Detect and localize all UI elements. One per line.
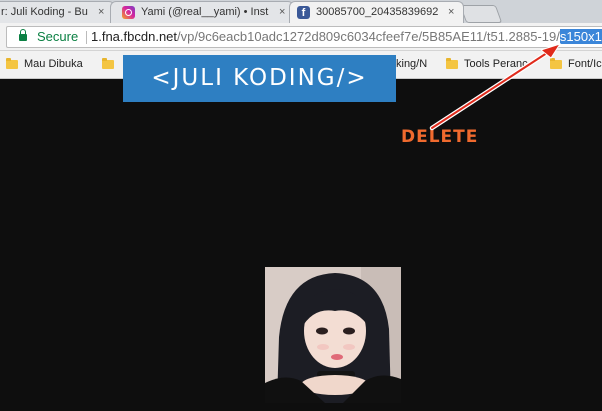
facebook-icon: f <box>297 6 310 19</box>
folder-icon <box>102 58 114 69</box>
profile-photo <box>265 267 401 403</box>
tab-close-icon[interactable]: × <box>448 2 454 22</box>
tab-strip: r: Juli Koding - Bu × Yami (@real__yami)… <box>0 0 602 23</box>
divider <box>86 31 87 44</box>
url-selected-text: s150x150 <box>559 29 602 44</box>
juli-koding-logo: <JULI KODING/> <box>123 55 396 102</box>
folder-icon <box>550 58 562 69</box>
folder-icon <box>446 58 458 69</box>
tab-close-icon[interactable]: × <box>98 2 104 22</box>
url-path: /vp/9c6eacb10adc1272d809c6034cfeef7e/5B8… <box>177 29 560 44</box>
address-bar[interactable]: Secure 1.fna.fbcdn.net/vp/9c6eacb10adc12… <box>6 26 602 48</box>
bookmark-king[interactable]: king/N <box>396 51 427 78</box>
bookmark-label: Font/Ic <box>568 58 602 70</box>
instagram-icon <box>122 6 135 19</box>
url-text[interactable]: 1.fna.fbcdn.net/vp/9c6eacb10adc1272d809c… <box>91 27 602 47</box>
new-tab-button[interactable] <box>459 5 503 23</box>
portrait-image <box>265 267 401 403</box>
delete-annotation: DELETE <box>401 127 479 147</box>
bookmark-label: king/N <box>396 58 428 70</box>
tab-title: Yami (@real__yami) • Inst <box>141 6 269 18</box>
tab-instagram-yami[interactable]: Yami (@real__yami) • Inst × <box>110 1 294 23</box>
lock-icon[interactable] <box>19 29 27 41</box>
url-host: 1.fna.fbcdn.net <box>91 29 178 44</box>
bookmark-label: Tools Peranc <box>464 58 528 70</box>
tab-title: r: Juli Koding - Bu <box>1 6 88 18</box>
folder-icon <box>6 58 18 69</box>
tab-juli-koding[interactable]: r: Juli Koding - Bu × <box>0 1 115 23</box>
bookmark-label: Mau Dibuka <box>24 58 83 70</box>
security-label[interactable]: Secure <box>37 27 78 47</box>
toolbar: Secure 1.fna.fbcdn.net/vp/9c6eacb10adc12… <box>0 23 602 51</box>
tab-facebook-image[interactable]: f 30085700_20435839692 × <box>289 1 464 23</box>
tab-close-icon[interactable]: × <box>279 2 285 22</box>
tab-title: 30085700_20435839692 <box>316 6 439 18</box>
